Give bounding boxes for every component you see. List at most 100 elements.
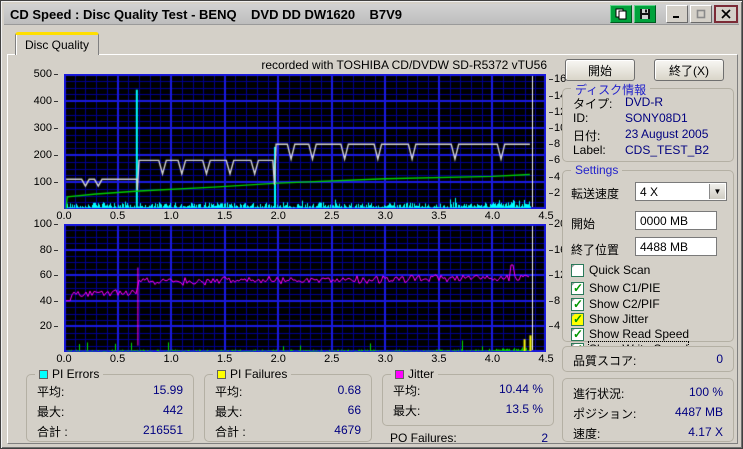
pi-errors-max: 442 [162, 403, 183, 417]
axis-tick: 6 [549, 154, 560, 166]
speed-label: 転送速度 [571, 187, 620, 201]
quality-score-label: 品質スコア: [573, 354, 637, 368]
disc-quality-page: recorded with TOSHIBA CD/DVDW SD-R5372 v… [7, 54, 738, 445]
axis-tick: 4.0 [484, 210, 501, 222]
start-pos-field[interactable]: 0000 MB [635, 211, 717, 230]
axis-tick: 1.0 [163, 210, 179, 222]
settings-group: Settings 転送速度 4 X ▼ 開始 0000 MB 終了位置 4488… [562, 163, 734, 357]
axis-tick: 3.5 [431, 353, 447, 365]
total-label: 合計 : [215, 425, 246, 439]
start-pos-value: 0000 MB [640, 213, 689, 228]
position-label: ポジション: [573, 407, 637, 421]
disc-info-group: ディスク情報 タイプ: DVD-R ID: SONY08D1 日付: 23 Augus… [562, 81, 734, 162]
checkbox-quick-scan[interactable]: Quick Scan [571, 263, 650, 277]
pi-failures-box: PI Failures 平均: 0.68 最大: 66 合計 : 4679 [204, 367, 372, 442]
disc-label-label: Label: [573, 143, 606, 157]
pi-errors-swatch [39, 369, 48, 379]
checkbox-icon[interactable] [571, 263, 584, 277]
checkbox-icon[interactable]: ✓ [571, 281, 584, 295]
jitter-max: 13.5 % [505, 402, 543, 416]
checkbox-show-c1-pie[interactable]: ✓ Show C1/PIE [571, 281, 660, 295]
disc-date-value: 23 August 2005 [625, 127, 709, 141]
axis-tick: 2.5 [324, 353, 340, 365]
axis-tick: 3.0 [377, 353, 393, 365]
disc-date-label: 日付: [573, 129, 601, 143]
speed-status-label: 速度: [573, 427, 601, 441]
axis-tick: 40 [24, 295, 58, 307]
axis-tick: 0.0 [56, 353, 72, 365]
jitter-box: Jitter 平均: 10.44 % 最大: 13.5 % [382, 367, 554, 426]
maximize-button[interactable] [690, 5, 712, 23]
po-failures-row: PO Failures: 2 [390, 431, 548, 445]
checkbox-show-jitter[interactable]: ✓ Show Jitter [571, 312, 648, 326]
window-title: CD Speed : Disc Quality Test - BENQ DVD … [10, 6, 403, 22]
progress-value: 100 % [688, 385, 723, 399]
axis-tick: 2 [549, 187, 560, 199]
copy-chart-button[interactable] [610, 5, 632, 23]
floppy-icon [639, 8, 651, 20]
avg-label: 平均: [215, 385, 243, 399]
jitter-chart-canvas [64, 224, 546, 352]
position-value: 4487 MB [674, 405, 723, 419]
app-window: CD Speed : Disc Quality Test - BENQ DVD … [0, 0, 743, 449]
settings-title: Settings [571, 163, 623, 177]
title-bar[interactable]: CD Speed : Disc Quality Test - BENQ DVD … [4, 4, 739, 25]
pi-errors-title: PI Errors [52, 367, 100, 381]
start-pos-label: 開始 [571, 217, 596, 231]
axis-tick: 2.5 [324, 210, 340, 222]
axis-tick: 1.5 [217, 353, 233, 365]
axis-tick: 100 [24, 218, 58, 230]
checkbox-icon[interactable]: ✓ [571, 312, 584, 326]
axis-tick: 1.0 [163, 353, 179, 365]
axis-tick: 3.5 [431, 210, 447, 222]
speed-status-value: 4.17 X [688, 425, 723, 439]
axis-tick: 500 [24, 68, 58, 80]
pi-failures-swatch [217, 369, 226, 379]
po-failures-label: PO Failures: [390, 431, 457, 445]
axis-tick: 20 [24, 320, 58, 332]
tab-label: Disc Quality [24, 38, 89, 52]
recorded-with-label: recorded with TOSHIBA CD/DVDW SD-R5372 v… [261, 58, 547, 72]
axis-tick: 8 [549, 138, 560, 150]
axis-tick: 16 [549, 73, 566, 85]
jitter-swatch [395, 369, 404, 379]
checkbox-show-read-speed[interactable]: ✓ Show Read Speed [571, 327, 689, 341]
speed-combobox[interactable]: 4 X ▼ [635, 182, 727, 201]
checkbox-icon[interactable]: ✓ [571, 327, 584, 341]
save-button[interactable] [634, 5, 656, 23]
avg-label: 平均: [393, 384, 421, 398]
axis-tick: 60 [24, 269, 58, 281]
checkbox-icon[interactable]: ✓ [571, 297, 584, 311]
max-label: 最大: [215, 405, 243, 419]
pi-failures-max: 66 [347, 403, 361, 417]
po-failures-value: 2 [541, 431, 548, 445]
axis-tick: 400 [24, 95, 58, 107]
axis-tick: 8 [549, 295, 560, 307]
end-pos-field[interactable]: 4488 MB [635, 237, 717, 256]
jitter-title: Jitter [408, 367, 435, 381]
axis-tick: 2.0 [270, 353, 286, 365]
exit-button[interactable]: 終了(X) [654, 59, 724, 81]
minimize-icon [672, 9, 682, 19]
disc-label-value: CDS_TEST_B2 [625, 143, 710, 157]
disc-id-value: SONY08D1 [625, 111, 688, 125]
start-button[interactable]: 開始 [565, 59, 635, 81]
axis-tick: 0.5 [109, 210, 126, 222]
disc-id-label: ID: [573, 111, 589, 125]
minimize-button[interactable] [666, 5, 688, 23]
quality-score-box: 品質スコア: 0 [562, 346, 734, 372]
avg-label: 平均: [37, 385, 65, 399]
end-pos-value: 4488 MB [640, 239, 689, 254]
pi-errors-avg: 15.99 [152, 383, 183, 397]
chevron-down-icon[interactable]: ▼ [709, 184, 725, 199]
tab-disc-quality[interactable]: Disc Quality [15, 32, 99, 55]
checkbox-show-c2-pif[interactable]: ✓ Show C2/PIF [571, 297, 660, 311]
quality-score-value: 0 [716, 352, 723, 366]
axis-tick: 200 [24, 149, 58, 161]
axis-tick: 4 [549, 171, 560, 183]
close-button[interactable] [714, 5, 738, 23]
axis-tick: 2.0 [270, 210, 286, 222]
disc-type-value: DVD-R [625, 95, 663, 109]
status-box: 進行状況: 100 % ポジション: 4487 MB 速度: 4.17 X [562, 378, 734, 442]
pi-failures-avg: 0.68 [337, 383, 361, 397]
